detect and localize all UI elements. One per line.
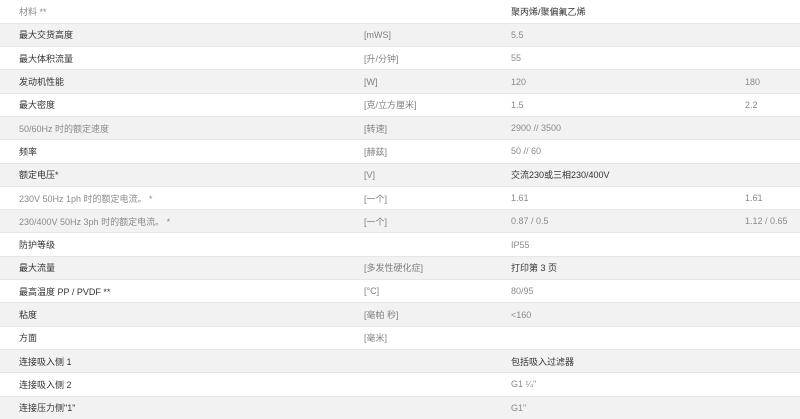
spec-value-1: 交流230或三相230/400V [511, 163, 745, 187]
table-row: 230/400V 50Hz 3ph 时的额定电流。 * [一个] 0.87 / 0.… [0, 209, 800, 234]
spec-label: 连接吸入侧 1 [0, 349, 364, 374]
spec-unit [364, 232, 511, 257]
table-row: 连接压力侧"1" G1" [0, 396, 800, 419]
spec-unit: [毫米] [364, 326, 511, 350]
table-row: 频率 [赫兹] 50 // 60 [0, 139, 800, 164]
spec-label: 频率 [0, 139, 364, 164]
spec-unit: [°C] [364, 279, 511, 304]
spec-value-2 [745, 163, 800, 187]
spec-value-1: IP55 [511, 232, 745, 257]
spec-value-2 [745, 116, 800, 141]
spec-value-1: 50 // 60 [511, 139, 745, 164]
spec-value-2: 2.2 [745, 93, 800, 117]
spec-label: 方面 [0, 326, 364, 350]
spec-value-1: 80/95 [511, 279, 745, 304]
spec-label: 最大流量 [0, 256, 364, 281]
table-row: 最大体积流量 [升/分钟] 55 [0, 46, 800, 71]
spec-value-1: 5.5 [511, 23, 745, 48]
spec-value-1: 打印第 3 页 [511, 256, 745, 281]
table-row: 最高温度 PP / PVDF ** [°C] 80/95 [0, 279, 800, 304]
spec-unit: [赫兹] [364, 139, 511, 164]
table-row: 最大密度 [克/立方厘米] 1.5 2.2 [0, 93, 800, 117]
table-row: 材料 ** 聚丙烯/聚偏氟乙烯 [0, 0, 800, 24]
table-row: 230V 50Hz 1ph 时的额定电流。 * [一个] 1.61 1.61 [0, 186, 800, 211]
spec-label: 防护等级 [0, 232, 364, 257]
spec-unit [364, 349, 511, 374]
spec-label: 最高温度 PP / PVDF ** [0, 279, 364, 304]
spec-value-2 [745, 232, 800, 257]
spec-value-1: 1.5 [511, 93, 745, 117]
table-row: 额定电压* [V] 交流230或三相230/400V [0, 163, 800, 187]
spec-label: 粘度 [0, 302, 364, 327]
spec-unit: [一个] [364, 209, 511, 234]
spec-value-2 [745, 326, 800, 350]
spec-value-2 [745, 0, 800, 24]
spec-value-1 [511, 326, 745, 350]
spec-value-1: G1 ¼" [511, 372, 745, 397]
spec-unit [364, 372, 511, 397]
spec-value-2 [745, 139, 800, 164]
spec-value-2: 1.61 [745, 186, 800, 211]
spec-label: 连接吸入侧 2 [0, 372, 364, 397]
spec-label: 最大交货高度 [0, 23, 364, 48]
spec-unit: [V] [364, 163, 511, 187]
spec-value-1: 1.61 [511, 186, 745, 211]
spec-unit: [克/立方厘米] [364, 93, 511, 117]
spec-label: 最大体积流量 [0, 46, 364, 71]
spec-value-1: 2900 // 3500 [511, 116, 745, 141]
spec-label: 发动机性能 [0, 69, 364, 94]
spec-unit: [毫帕 秒] [364, 302, 511, 327]
spec-unit [364, 396, 511, 419]
spec-value-1: 0.87 / 0.5 [511, 209, 745, 234]
spec-label: 50/60Hz 时的额定速度 [0, 116, 364, 141]
spec-value-2 [745, 23, 800, 48]
spec-unit [364, 0, 511, 24]
table-row: 连接吸入侧 2 G1 ¼" [0, 372, 800, 397]
spec-unit: [一个] [364, 186, 511, 211]
spec-table: 材料 ** 聚丙烯/聚偏氟乙烯 最大交货高度 [mWS] 5.5 最大体积流量 [升/分钟]… [0, 0, 800, 419]
table-row: 发动机性能 [W] 120 180 [0, 69, 800, 94]
spec-unit: [多发性硬化症] [364, 256, 511, 281]
spec-unit: [升/分钟] [364, 46, 511, 71]
spec-label: 材料 ** [0, 0, 364, 24]
spec-value-1: G1" [511, 396, 745, 419]
table-row: 50/60Hz 时的额定速度 [转速] 2900 // 3500 [0, 116, 800, 141]
spec-value-1: 55 [511, 46, 745, 71]
spec-unit: [转速] [364, 116, 511, 141]
spec-label: 230/400V 50Hz 3ph 时的额定电流。 * [0, 209, 364, 234]
table-row: 连接吸入侧 1 包括吸入过滤器 [0, 349, 800, 374]
table-row: 防护等级 IP55 [0, 232, 800, 257]
spec-unit: [mWS] [364, 23, 511, 48]
table-row: 方面 [毫米] [0, 326, 800, 350]
spec-value-2 [745, 256, 800, 281]
spec-table-body: 材料 ** 聚丙烯/聚偏氟乙烯 最大交货高度 [mWS] 5.5 最大体积流量 [升/分钟]… [0, 0, 800, 419]
spec-unit: [W] [364, 69, 511, 94]
spec-value-2 [745, 302, 800, 327]
table-row: 最大流量 [多发性硬化症] 打印第 3 页 [0, 256, 800, 281]
spec-label: 230V 50Hz 1ph 时的额定电流。 * [0, 186, 364, 211]
spec-label: 额定电压* [0, 163, 364, 187]
spec-value-2 [745, 372, 800, 397]
spec-value-2: 180 [745, 69, 800, 94]
table-row: 粘度 [毫帕 秒] <160 [0, 302, 800, 327]
spec-value-1: 包括吸入过滤器 [511, 349, 745, 374]
spec-value-1: <160 [511, 302, 745, 327]
spec-value-2 [745, 46, 800, 71]
spec-value-2 [745, 396, 800, 419]
spec-label: 连接压力侧"1" [0, 396, 364, 419]
spec-value-2 [745, 349, 800, 374]
spec-value-2: 1.12 / 0.65 [745, 209, 800, 234]
spec-value-1: 120 [511, 69, 745, 94]
spec-label: 最大密度 [0, 93, 364, 117]
spec-value-1: 聚丙烯/聚偏氟乙烯 [511, 0, 745, 24]
table-row: 最大交货高度 [mWS] 5.5 [0, 23, 800, 48]
spec-value-2 [745, 279, 800, 304]
